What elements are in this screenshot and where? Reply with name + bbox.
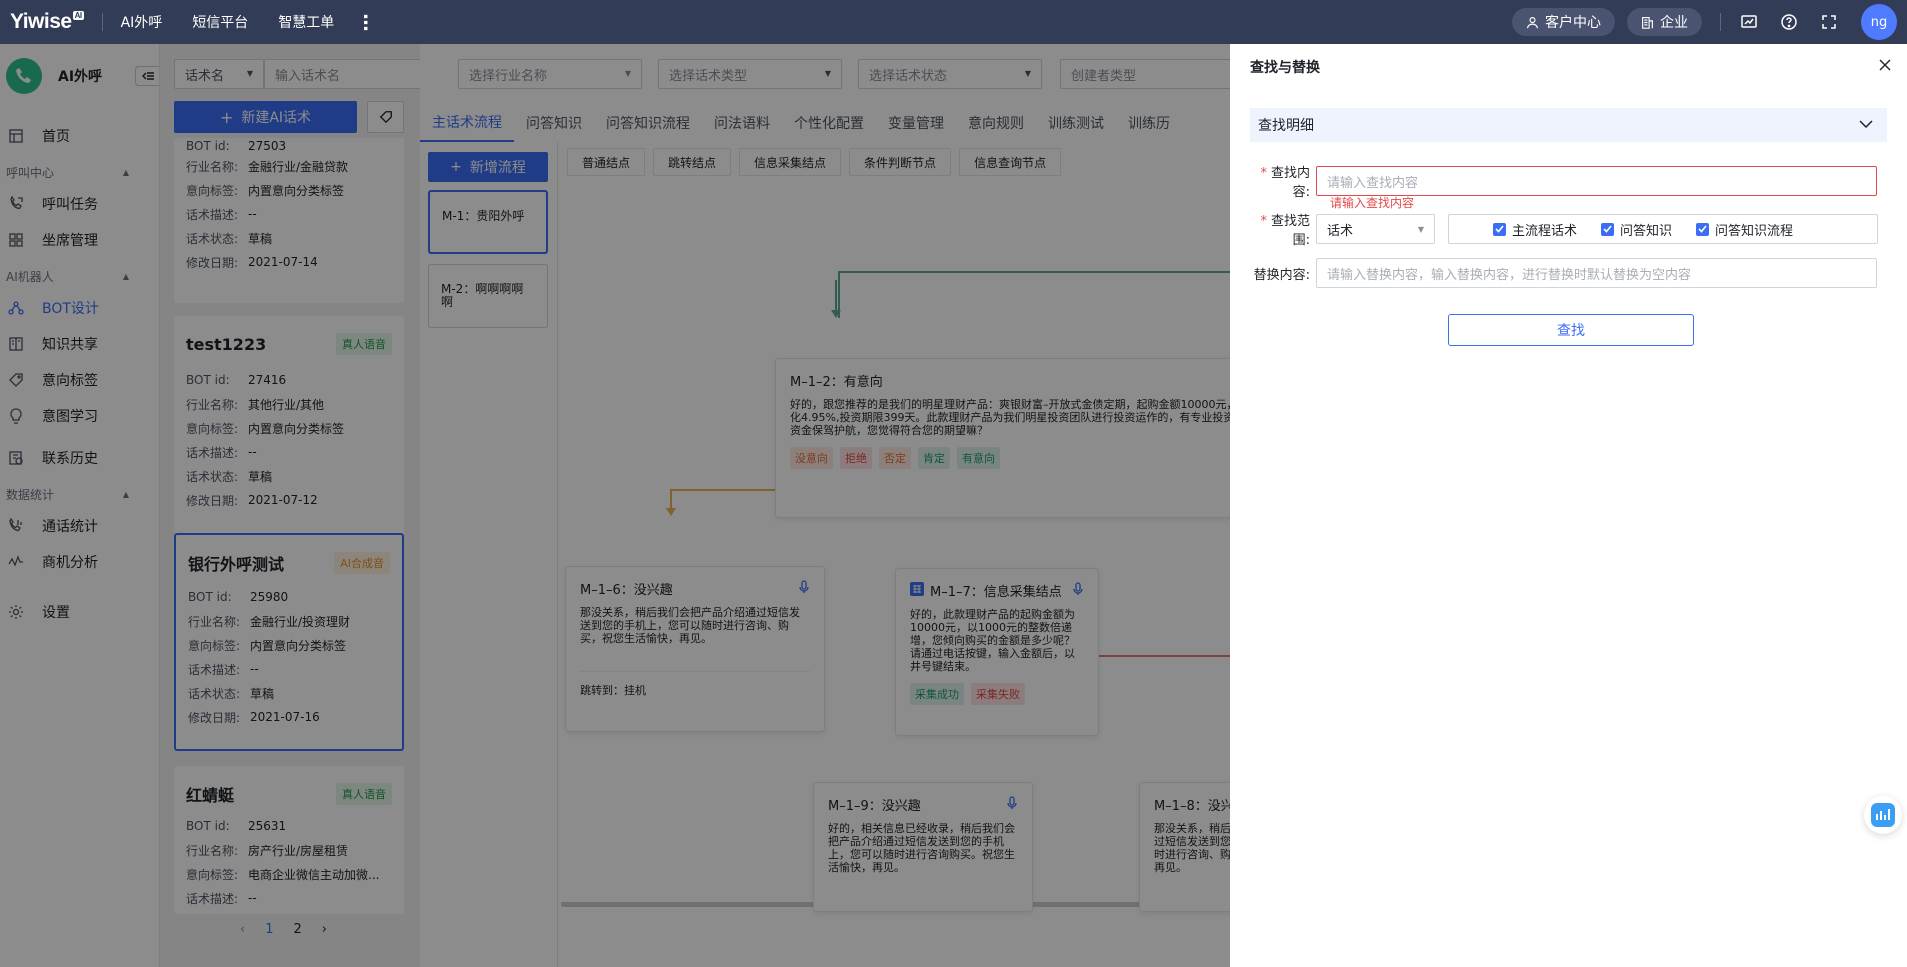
fullscreen-icon[interactable] [1811, 0, 1847, 44]
monitor-icon[interactable] [1731, 0, 1767, 44]
help-icon[interactable] [1771, 0, 1807, 44]
caret-down-icon: ▼ [1417, 224, 1424, 234]
find-replace-drawer: 查找与替换 查找明细 * 查找内容: 请输入查找内容 请输入查找内容 * 查找范围:… [1230, 44, 1907, 967]
find-detail-collapse[interactable]: 查找明细 [1250, 108, 1887, 142]
chart-icon [1871, 803, 1895, 827]
chevron-down-icon [1859, 117, 1873, 133]
float-assistant-button[interactable] [1864, 796, 1902, 834]
customer-center-label: 客户中心 [1545, 15, 1601, 31]
topnav-ticket[interactable]: 智慧工单 [278, 12, 334, 32]
enterprise-button[interactable]: 企业 [1627, 8, 1702, 36]
replace-label: 替换内容: [1253, 267, 1310, 283]
topnav-sms[interactable]: 短信平台 [192, 12, 248, 32]
building-icon [1642, 16, 1653, 29]
divider [1720, 13, 1721, 31]
checkbox-checked-icon [1601, 222, 1615, 236]
scope-label: 查找范围: [1270, 214, 1310, 248]
user-icon [1527, 16, 1538, 28]
find-error-message: 请输入查找内容 [1330, 196, 1415, 210]
scope-option-qa[interactable]: 问答知识 [1601, 220, 1672, 239]
find-input[interactable]: 请输入查找内容 [1316, 166, 1877, 196]
top-bar: Yiwise AI AI外呼 短信平台 智慧工单 ⋯ 客户中心 企业 ng [0, 0, 1907, 44]
customer-center-button[interactable]: 客户中心 [1512, 8, 1615, 36]
find-button[interactable]: 查找 [1448, 314, 1694, 346]
scope-option-qa-flow[interactable]: 问答知识流程 [1696, 220, 1793, 239]
section-title: 查找明细 [1258, 118, 1314, 134]
drawer-title: 查找与替换 [1250, 60, 1320, 76]
divider [101, 13, 103, 31]
replace-input[interactable]: 请输入替换内容，输入替换内容，进行替换时默认替换为空内容 [1316, 258, 1877, 288]
checkbox-checked-icon [1493, 222, 1506, 236]
modal-overlay[interactable] [0, 44, 1230, 967]
close-icon[interactable] [1879, 59, 1891, 75]
enterprise-label: 企业 [1660, 15, 1688, 31]
checkbox-checked-icon [1696, 222, 1710, 236]
scope-option-main-flow[interactable]: 主流程话术 [1493, 220, 1577, 239]
avatar[interactable]: ng [1861, 4, 1897, 40]
yiwise-logo[interactable]: Yiwise AI [10, 10, 84, 34]
scope-select[interactable]: 话术 ▼ [1316, 214, 1435, 244]
more-icon[interactable]: ⋯ [355, 13, 376, 31]
find-label: 查找内容: [1270, 166, 1310, 200]
topnav-ai-outbound[interactable]: AI外呼 [121, 12, 163, 32]
scope-options: 主流程话术 问答知识 问答知识流程 [1448, 214, 1878, 244]
